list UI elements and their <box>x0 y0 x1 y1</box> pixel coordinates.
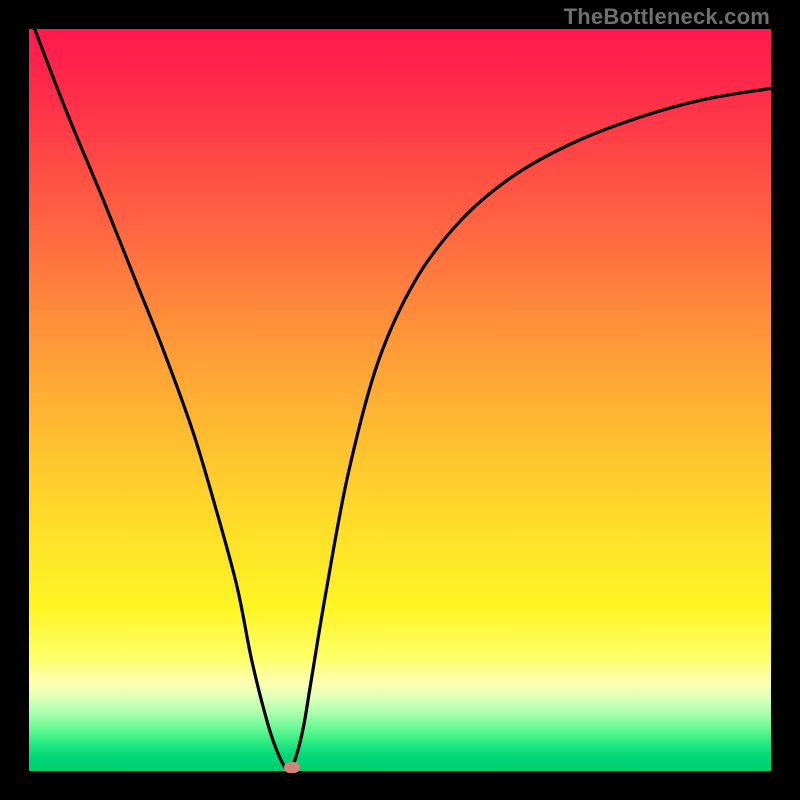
watermark-text: TheBottleneck.com <box>564 4 770 30</box>
optimum-marker <box>284 762 300 773</box>
bottleneck-curve <box>29 29 771 771</box>
chart-frame: TheBottleneck.com <box>0 0 800 800</box>
